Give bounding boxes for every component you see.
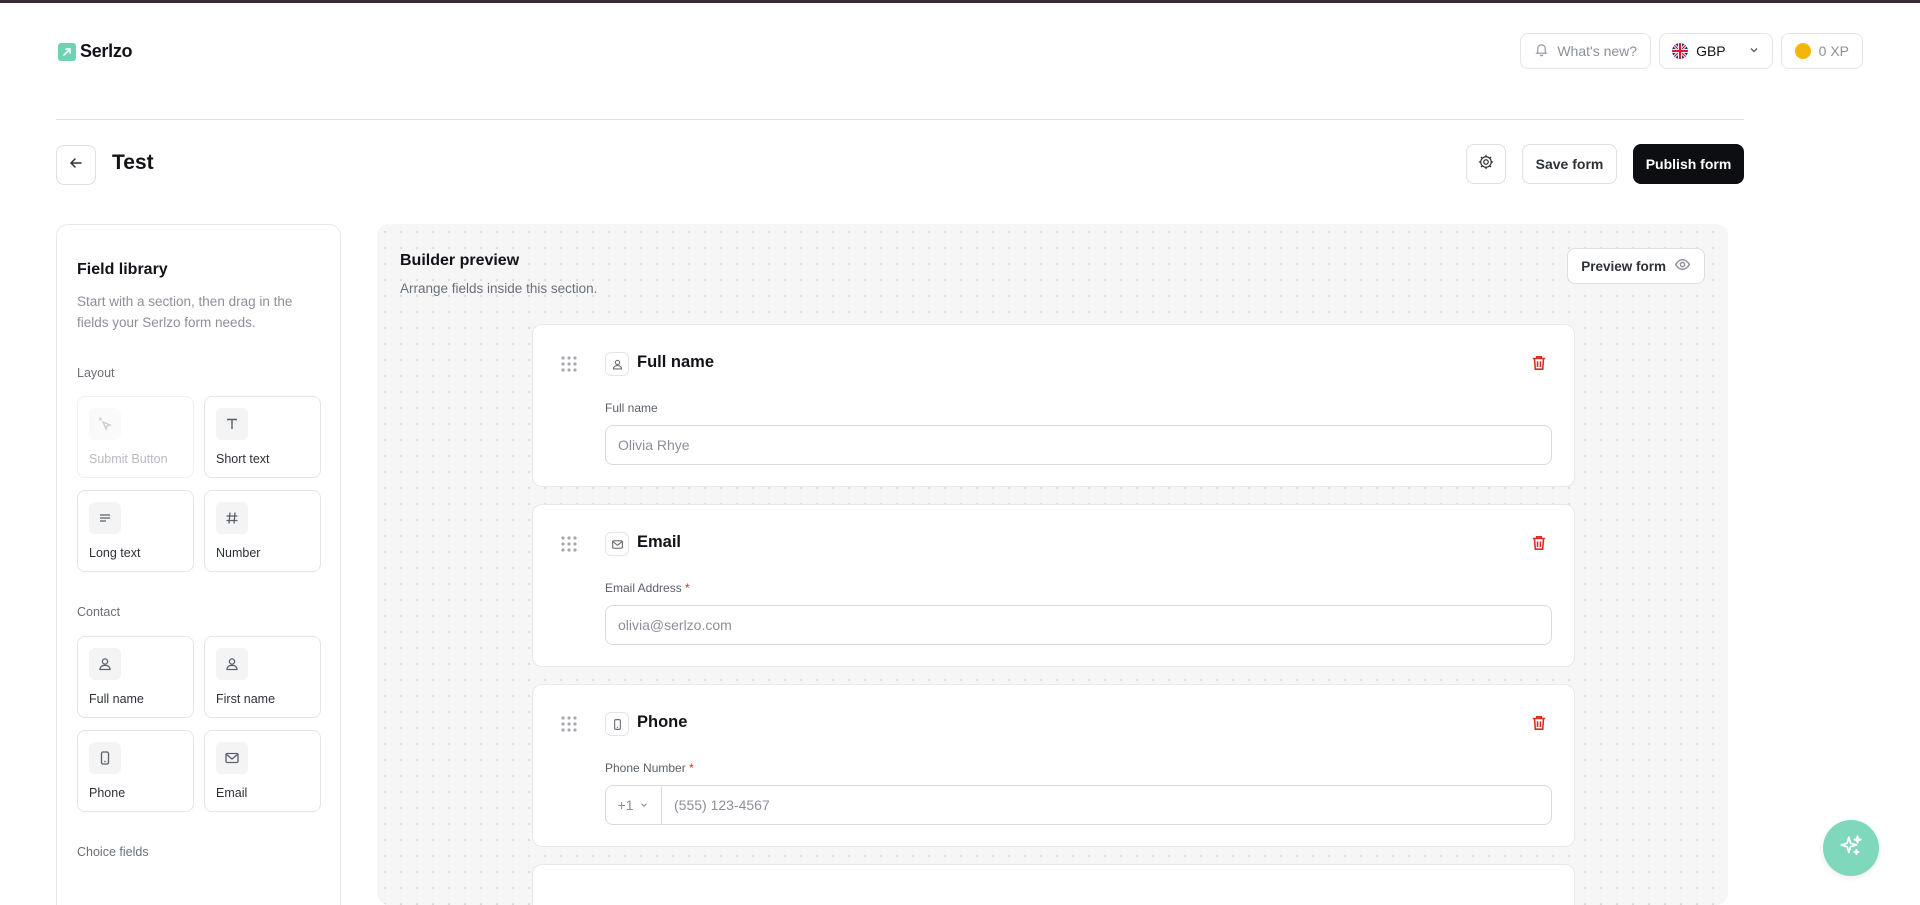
preview-form-label: Preview form <box>1581 258 1666 274</box>
mail-icon <box>216 742 248 774</box>
required-mark: * <box>685 581 690 595</box>
tile-number[interactable]: Number <box>204 490 321 572</box>
tile-label: Number <box>216 546 261 560</box>
header-divider <box>56 119 1744 120</box>
whats-new-label: What's new? <box>1557 43 1638 59</box>
brand-logo[interactable]: Serlzo <box>58 41 133 62</box>
chevron-down-icon <box>639 797 649 813</box>
arrow-left-icon <box>68 155 84 176</box>
country-code-label: +1 <box>617 797 634 813</box>
section-label-choice-fields: Choice fields <box>77 845 149 859</box>
delete-field-button[interactable] <box>1530 714 1548 737</box>
tile-label: Submit Button <box>89 452 168 466</box>
user-icon <box>605 352 629 376</box>
mail-icon <box>605 532 629 556</box>
delete-field-button[interactable] <box>1530 534 1548 557</box>
preview-form-button[interactable]: Preview form <box>1567 248 1705 284</box>
field-label: Phone Number * <box>605 761 694 775</box>
phone-icon <box>605 712 629 736</box>
phone-input-group: +1 (555) 123-4567 <box>605 785 1552 825</box>
email-input[interactable]: olivia@serlzo.com <box>605 605 1552 645</box>
tile-label: Full name <box>89 692 144 706</box>
xp-label: 0 XP <box>1818 43 1849 59</box>
coin-icon <box>1794 43 1811 59</box>
save-form-button[interactable]: Save form <box>1522 144 1617 184</box>
section-label-contact: Contact <box>77 605 121 619</box>
page-title: Test <box>112 151 154 174</box>
tile-short-text[interactable]: Short text <box>204 396 321 478</box>
drag-handle-icon[interactable] <box>560 535 578 558</box>
tile-label: First name <box>216 692 276 706</box>
hash-icon <box>216 502 248 534</box>
field-card-title: Email <box>637 533 682 551</box>
field-label: Email Address * <box>605 581 690 595</box>
field-card-title: Full name <box>637 353 715 371</box>
tile-label: Phone <box>89 786 126 800</box>
tile-phone[interactable]: Phone <box>77 730 194 812</box>
tile-submit-button[interactable]: Submit Button <box>77 396 194 478</box>
tile-email[interactable]: Email <box>204 730 321 812</box>
bell-icon <box>1534 42 1549 60</box>
trash-icon <box>1532 356 1546 370</box>
tile-full-name[interactable]: Full name <box>77 636 194 718</box>
tile-label: Email <box>216 786 248 800</box>
field-library-title: Field library <box>77 261 168 278</box>
currency-select[interactable]: GBP <box>1659 33 1773 69</box>
brand-name: Serlzo <box>80 41 133 61</box>
top-accent-line <box>0 0 1920 3</box>
currency-label: GBP <box>1696 43 1726 59</box>
phone-icon <box>89 742 121 774</box>
section-label-layout: Layout <box>77 366 115 380</box>
tile-label: Long text <box>89 546 141 560</box>
eye-icon <box>1674 256 1691 276</box>
back-button[interactable] <box>56 145 96 185</box>
drag-handle-icon[interactable] <box>560 715 578 738</box>
builder-preview-canvas: Builder preview Arrange fields inside th… <box>377 224 1728 905</box>
settings-button[interactable] <box>1466 144 1506 184</box>
ai-assistant-button[interactable] <box>1823 820 1879 876</box>
builder-preview-subtitle: Arrange fields inside this section. <box>400 281 598 296</box>
tile-first-name[interactable]: First name <box>204 636 321 718</box>
field-card-phone[interactable]: Phone Phone Number * +1 (555) 123-4567 <box>532 684 1575 847</box>
builder-preview-title: Builder preview <box>400 252 520 269</box>
user-icon <box>89 648 121 680</box>
text-icon <box>216 408 248 440</box>
trash-icon <box>1532 536 1546 550</box>
field-library-description: Start with a section, then drag in the f… <box>77 294 293 330</box>
full-name-input[interactable]: Olivia Rhye <box>605 425 1552 465</box>
required-mark: * <box>689 761 694 775</box>
cursor-click-icon <box>89 408 121 440</box>
delete-field-button[interactable] <box>1530 354 1548 377</box>
field-card-next[interactable] <box>532 864 1575 905</box>
trash-icon <box>1532 716 1546 730</box>
country-code-select[interactable]: +1 <box>606 786 662 824</box>
phone-number-input[interactable]: (555) 123-4567 <box>662 786 1551 824</box>
field-label: Full name <box>605 401 658 415</box>
drag-handle-icon[interactable] <box>560 355 578 378</box>
tile-label: Short text <box>216 452 270 466</box>
uk-flag-icon <box>1672 43 1689 59</box>
gear-icon <box>1477 153 1495 176</box>
user-icon <box>216 648 248 680</box>
xp-badge[interactable]: 0 XP <box>1780 33 1863 69</box>
paragraph-icon <box>89 502 121 534</box>
logo-mark-icon <box>58 42 76 61</box>
publish-form-button[interactable]: Publish form <box>1633 144 1744 184</box>
field-card-email[interactable]: Email Email Address * olivia@serlzo.com <box>532 504 1575 667</box>
field-library-panel: Field library Start with a section, then… <box>56 224 341 905</box>
whats-new-button[interactable]: What's new? <box>1520 33 1652 69</box>
field-card-full-name[interactable]: Full name Full name Olivia Rhye <box>532 324 1575 487</box>
field-card-title: Phone <box>637 713 688 731</box>
tile-long-text[interactable]: Long text <box>77 490 194 572</box>
sparkles-icon <box>1838 833 1864 864</box>
chevron-down-icon <box>1748 43 1760 59</box>
top-actions: What's new? GBP 0 XP <box>1520 33 1863 69</box>
